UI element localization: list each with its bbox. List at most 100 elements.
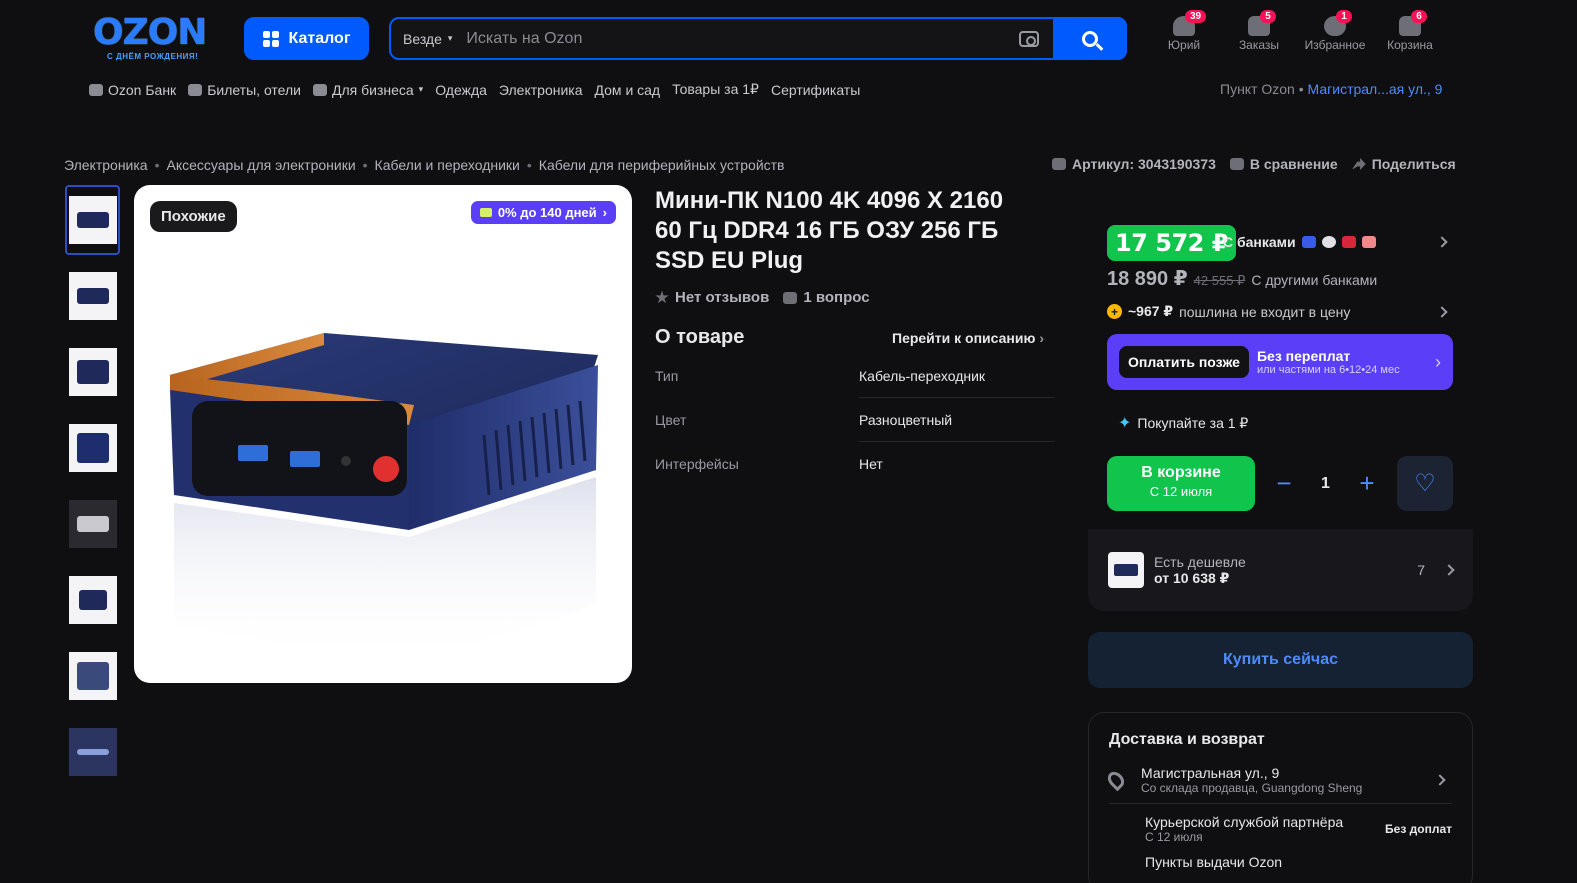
cart-badge: 6 — [1411, 10, 1427, 23]
subnav-electronics[interactable]: Электроника — [499, 82, 583, 98]
other-banks-label: С другими банками — [1251, 272, 1378, 288]
buy-now-button[interactable]: Купить сейчас — [1088, 632, 1473, 688]
chevron-right-icon[interactable] — [1436, 236, 1448, 248]
location-pin-icon — [1104, 768, 1128, 792]
reviews-link[interactable]: Нет отзывов — [655, 289, 769, 306]
camera-icon[interactable] — [1019, 30, 1039, 47]
bank-icon — [89, 83, 103, 96]
property-row: Цвет Разноцветный — [655, 398, 1055, 442]
catalog-button[interactable]: Каталог — [244, 17, 369, 60]
thumbnail[interactable] — [65, 489, 120, 559]
mini-pc-image — [170, 333, 598, 665]
thumbnail[interactable] — [65, 413, 120, 483]
subnav-tickets[interactable]: Билеты, отели — [188, 82, 301, 98]
in-cart-button[interactable]: В корзине С 12 июля — [1107, 456, 1255, 511]
breadcrumb-separator: • — [362, 157, 368, 173]
breadcrumb-item[interactable]: Электроника — [64, 157, 148, 173]
breadcrumb-separator: • — [526, 157, 532, 173]
delivery-pvz-row: Пункты выдачи Ozon — [1109, 854, 1452, 870]
thumbnail[interactable] — [65, 185, 120, 255]
breadcrumb-item[interactable]: Аксессуары для электроники — [167, 157, 356, 173]
in-cart-date: С 12 июля — [1149, 484, 1213, 499]
pay-later-button[interactable]: Оплатить позже — [1119, 346, 1249, 378]
subnav-items-1rub[interactable]: Товары за 1₽ — [672, 81, 759, 98]
sparkle-icon: ✦ — [1118, 415, 1132, 432]
delivery-courier-row: Курьерской службой партнёра С 12 июля Бе… — [1109, 814, 1452, 844]
thumbnail[interactable] — [65, 261, 120, 331]
chevron-right-icon: › — [602, 205, 607, 220]
delivery-address-row[interactable]: Магистральная ул., 9 Со склада продавца,… — [1104, 765, 1452, 804]
buy-for-1-link[interactable]: ✦ Покупайте за 1 ₽ — [1118, 413, 1248, 433]
search-bar: Везде ▾ — [389, 17, 1127, 60]
courier-label: Курьерской службой партнёра — [1145, 814, 1344, 830]
search-icon — [1082, 30, 1098, 47]
logo-text: OZON — [93, 12, 207, 53]
chevron-right-icon[interactable] — [1436, 306, 1448, 318]
subnav-business[interactable]: Для бизнеса ▾ — [312, 82, 423, 98]
pickup-address-link[interactable]: Магистрал...ая ул., 9 — [1308, 81, 1443, 97]
thumbnail[interactable] — [65, 565, 120, 635]
search-button[interactable] — [1053, 17, 1127, 60]
header-profile[interactable]: 39 Юрий — [1149, 10, 1219, 52]
increase-button[interactable]: + — [1351, 468, 1383, 499]
questions-link[interactable]: 1 вопрос — [783, 289, 870, 306]
plus-icon: + — [1107, 304, 1122, 319]
property-key: Тип — [655, 368, 679, 384]
courier-fee: Без доплат — [1385, 822, 1452, 836]
cart-icon: 6 — [1399, 10, 1427, 36]
duty-text: пошлина не входит в цену — [1179, 303, 1351, 320]
breadcrumb-item[interactable]: Кабели для периферийных устройств — [539, 157, 785, 173]
price-other-value: 18 890 ₽ — [1107, 268, 1188, 290]
quantity-value: 1 — [1321, 474, 1330, 492]
compare-button[interactable]: В сравнение — [1229, 156, 1338, 172]
property-value: Нет — [859, 456, 883, 472]
favorite-button[interactable]: ♡ — [1397, 456, 1453, 511]
thumbnail[interactable] — [65, 641, 120, 711]
article-number[interactable]: Артикул: 3043190373 — [1052, 156, 1216, 172]
in-cart-label: В корзине — [1141, 464, 1221, 481]
share-button[interactable]: Поделиться — [1351, 156, 1456, 172]
with-banks-label: С банками — [1223, 234, 1296, 250]
search-scope-label: Везде — [403, 30, 442, 47]
property-key: Интерфейсы — [655, 456, 739, 472]
price-with-banks: 17 572 ₽ — [1107, 225, 1236, 261]
catalog-label: Каталог — [288, 29, 351, 47]
header-orders[interactable]: 5 Заказы — [1224, 10, 1294, 52]
pickup-label: Пункт Ozon • — [1220, 81, 1304, 97]
thumbnail[interactable] — [65, 337, 120, 407]
duty-value: ~967 ₽ — [1128, 303, 1174, 319]
header-cart[interactable]: 6 Корзина — [1375, 10, 1445, 52]
property-value: Кабель-переходник — [859, 354, 1055, 398]
bank-icon — [1341, 236, 1356, 248]
product-image[interactable]: Похожие 0% до 140 дней › — [134, 185, 632, 683]
property-key: Цвет — [655, 412, 687, 428]
duty-row[interactable]: + ~967 ₽ пошлина не входит в цену — [1107, 303, 1350, 320]
bank-icon — [1301, 236, 1316, 248]
favorites-label: Избранное — [1304, 38, 1366, 52]
orders-label: Заказы — [1238, 38, 1280, 52]
chevron-right-icon — [1434, 774, 1446, 786]
with-banks-row[interactable]: С банками — [1223, 234, 1376, 250]
pay-later-banner[interactable]: Оплатить позже Без переплат или частями … — [1107, 334, 1453, 390]
thumbnail[interactable] — [65, 717, 120, 787]
subnav-home[interactable]: Дом и сад — [595, 82, 661, 98]
delivery-card: Доставка и возврат Магистральная ул., 9 … — [1088, 712, 1473, 883]
similar-button[interactable]: Похожие — [150, 201, 237, 232]
header-favorites[interactable]: 1 Избранное — [1300, 10, 1370, 52]
ozon-logo[interactable]: OZON С ДНЁМ РОЖДЕНИЯ! — [93, 14, 223, 62]
subnav-certificates[interactable]: Сертификаты — [771, 82, 860, 98]
search-scope-select[interactable]: Везде ▾ — [391, 31, 466, 47]
breadcrumb-item[interactable]: Кабели и переходники — [375, 157, 520, 173]
go-to-description-label: Перейти к описанию — [892, 330, 1036, 346]
subnav-ozon-bank[interactable]: Ozon Банк — [89, 82, 176, 98]
pay-later-title: Без переплат — [1256, 348, 1351, 364]
product-meta-actions: Артикул: 3043190373 В сравнение Поделить… — [1052, 156, 1456, 172]
search-input[interactable] — [466, 29, 1019, 48]
decrease-button[interactable]: − — [1268, 468, 1300, 499]
go-to-description-link[interactable]: Перейти к описанию › — [892, 330, 1044, 346]
profile-badge: 39 — [1185, 10, 1207, 23]
credit-badge[interactable]: 0% до 140 дней › — [470, 201, 616, 224]
cheaper-offers[interactable]: Есть дешевле от 10 638 ₽ 7 — [1088, 529, 1473, 611]
grid-icon — [262, 30, 279, 47]
subnav-clothes[interactable]: Одежда — [435, 82, 487, 98]
